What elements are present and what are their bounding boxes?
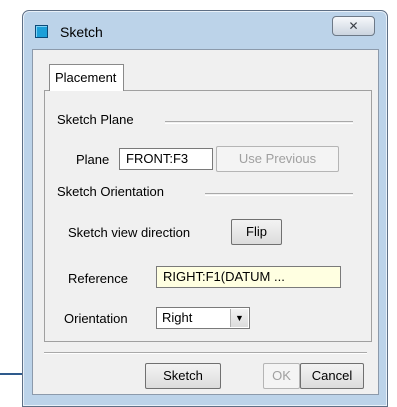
reference-label: Reference xyxy=(68,271,128,286)
ok-button[interactable]: OK xyxy=(263,363,300,389)
tab-placement[interactable]: Placement xyxy=(49,64,124,91)
sketch-button[interactable]: Sketch xyxy=(145,363,221,389)
cancel-button[interactable]: Cancel xyxy=(300,363,364,389)
plane-label: Plane xyxy=(76,152,110,167)
placement-panel: Sketch Plane Plane FRONT:F3 Use Previous… xyxy=(44,90,372,342)
group-divider xyxy=(205,193,353,196)
plane-field[interactable]: FRONT:F3 xyxy=(119,148,213,170)
view-direction-label: Sketch view direction xyxy=(68,225,191,240)
sketch-dialog: Sketch ✕ Placement Sketch Plane Plane FR… xyxy=(22,10,388,407)
footer-divider xyxy=(44,352,367,354)
close-button[interactable]: ✕ xyxy=(332,16,375,36)
reference-field[interactable]: RIGHT:F1(DATUM ... xyxy=(156,266,341,288)
window-title: Sketch xyxy=(60,24,103,40)
title-bar[interactable]: Sketch ✕ xyxy=(23,11,387,49)
use-previous-button[interactable]: Use Previous xyxy=(216,146,339,172)
group-divider xyxy=(165,121,353,124)
close-icon: ✕ xyxy=(348,19,359,33)
orientation-selected-value: Right xyxy=(162,310,193,325)
orientation-select[interactable]: Right ▼ xyxy=(156,307,250,329)
sketch-plane-group-label: Sketch Plane xyxy=(57,112,138,127)
flip-button[interactable]: Flip xyxy=(231,219,282,245)
window-app-icon xyxy=(35,25,48,38)
dialog-body: Placement Sketch Plane Plane FRONT:F3 Us… xyxy=(32,49,379,395)
orientation-label: Orientation xyxy=(64,311,128,326)
sketch-orientation-group-label: Sketch Orientation xyxy=(57,184,168,199)
chevron-down-icon[interactable]: ▼ xyxy=(230,309,248,327)
